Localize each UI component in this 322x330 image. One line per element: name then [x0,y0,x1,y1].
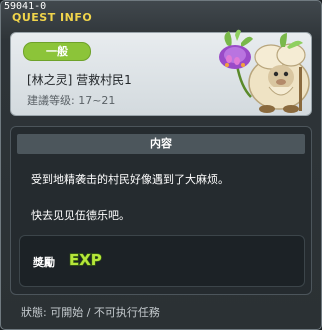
quest-name: [林之灵] 营救村民1 [27,73,132,87]
reward-box: 獎勵 EXP [19,235,305,287]
reward-label: 獎勵 [33,256,55,269]
window-title: QUEST INFO [12,11,93,24]
exp-icon: EXP [68,250,102,269]
exp-icon-text: EXP [69,251,102,269]
content-header: 内容 [17,134,305,154]
quest-info-window: 59041-0 QUEST INFO 一般 [林之灵] 营救村民1 建議等级: … [0,0,322,330]
recommended-level: 建議等级: 17~21 [27,94,116,107]
sheep-villager-with-flower-icon [219,29,310,113]
quest-summary-panel: 一般 [林之灵] 营救村民1 建議等级: 17~21 [10,29,312,116]
quest-status: 狀態: 可開始 / 不可执行任務 [21,306,160,319]
quest-content-panel: 内容 受到地精袭击的村民好像遇到了大麻烦。 快去见见伍德乐吧。 獎勵 EXP [10,126,312,295]
quest-category-badge: 一般 [23,42,91,61]
description-line: 受到地精袭击的村民好像遇到了大麻烦。 [31,173,229,186]
description-line: 快去见见伍德乐吧。 [31,209,130,222]
